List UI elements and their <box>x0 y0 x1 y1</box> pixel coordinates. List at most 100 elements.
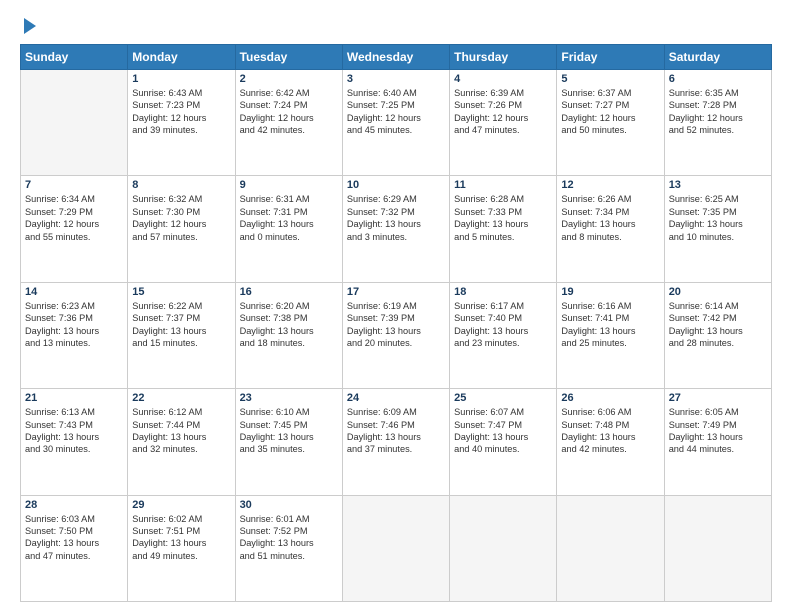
cell-text-line: and 35 minutes. <box>240 443 338 455</box>
calendar-cell: 6Sunrise: 6:35 AMSunset: 7:28 PMDaylight… <box>664 70 771 176</box>
cell-text-line: Sunrise: 6:13 AM <box>25 406 123 418</box>
cell-text-line: Sunrise: 6:29 AM <box>347 193 445 205</box>
day-number: 10 <box>347 179 445 191</box>
cell-text-line: and 51 minutes. <box>240 550 338 562</box>
calendar-week-row: 7Sunrise: 6:34 AMSunset: 7:29 PMDaylight… <box>21 176 772 282</box>
weekday-header: Wednesday <box>342 45 449 70</box>
cell-text-line: Daylight: 12 hours <box>561 112 659 124</box>
logo-arrow-icon <box>24 18 36 34</box>
cell-text-line: Daylight: 13 hours <box>25 537 123 549</box>
cell-text-line: Daylight: 13 hours <box>454 325 552 337</box>
cell-text-line: and 42 minutes. <box>240 124 338 136</box>
cell-text-line: Sunrise: 6:40 AM <box>347 87 445 99</box>
cell-text-line: Sunrise: 6:37 AM <box>561 87 659 99</box>
calendar-cell: 25Sunrise: 6:07 AMSunset: 7:47 PMDayligh… <box>450 389 557 495</box>
cell-text-line: Sunset: 7:49 PM <box>669 419 767 431</box>
day-number: 2 <box>240 73 338 85</box>
cell-text-line: and 25 minutes. <box>561 337 659 349</box>
calendar-cell: 22Sunrise: 6:12 AMSunset: 7:44 PMDayligh… <box>128 389 235 495</box>
cell-text-line: and 57 minutes. <box>132 231 230 243</box>
calendar-cell <box>21 70 128 176</box>
cell-text-line: Sunset: 7:32 PM <box>347 206 445 218</box>
calendar-cell: 30Sunrise: 6:01 AMSunset: 7:52 PMDayligh… <box>235 495 342 601</box>
cell-text-line: Sunrise: 6:02 AM <box>132 513 230 525</box>
calendar-cell <box>664 495 771 601</box>
cell-text-line: Sunset: 7:47 PM <box>454 419 552 431</box>
cell-text-line: Daylight: 13 hours <box>25 431 123 443</box>
cell-text-line: and 39 minutes. <box>132 124 230 136</box>
cell-text-line: Daylight: 13 hours <box>347 431 445 443</box>
cell-text-line: Daylight: 13 hours <box>240 537 338 549</box>
cell-text-line: Sunrise: 6:34 AM <box>25 193 123 205</box>
cell-text-line: Sunset: 7:48 PM <box>561 419 659 431</box>
day-number: 9 <box>240 179 338 191</box>
cell-text-line: Sunrise: 6:42 AM <box>240 87 338 99</box>
cell-text-line: Daylight: 13 hours <box>561 431 659 443</box>
cell-text-line: Sunset: 7:35 PM <box>669 206 767 218</box>
cell-text-line: and 20 minutes. <box>347 337 445 349</box>
cell-text-line: Daylight: 13 hours <box>669 431 767 443</box>
calendar-cell: 5Sunrise: 6:37 AMSunset: 7:27 PMDaylight… <box>557 70 664 176</box>
day-number: 17 <box>347 286 445 298</box>
cell-text-line: Sunset: 7:23 PM <box>132 99 230 111</box>
weekday-header: Thursday <box>450 45 557 70</box>
weekday-header: Saturday <box>664 45 771 70</box>
cell-text-line: Daylight: 13 hours <box>454 218 552 230</box>
day-number: 11 <box>454 179 552 191</box>
day-number: 26 <box>561 392 659 404</box>
cell-text-line: Daylight: 12 hours <box>669 112 767 124</box>
cell-text-line: Sunrise: 6:31 AM <box>240 193 338 205</box>
calendar-cell: 29Sunrise: 6:02 AMSunset: 7:51 PMDayligh… <box>128 495 235 601</box>
cell-text-line: Daylight: 12 hours <box>132 218 230 230</box>
cell-text-line: Sunset: 7:41 PM <box>561 312 659 324</box>
cell-text-line: and 49 minutes. <box>132 550 230 562</box>
cell-text-line: Sunrise: 6:20 AM <box>240 300 338 312</box>
cell-text-line: Sunset: 7:36 PM <box>25 312 123 324</box>
cell-text-line: Sunrise: 6:22 AM <box>132 300 230 312</box>
cell-text-line: and 23 minutes. <box>454 337 552 349</box>
cell-text-line: Daylight: 13 hours <box>561 325 659 337</box>
cell-text-line: and 0 minutes. <box>240 231 338 243</box>
calendar-week-row: 28Sunrise: 6:03 AMSunset: 7:50 PMDayligh… <box>21 495 772 601</box>
cell-text-line: and 10 minutes. <box>669 231 767 243</box>
calendar-cell: 17Sunrise: 6:19 AMSunset: 7:39 PMDayligh… <box>342 282 449 388</box>
cell-text-line: Sunset: 7:43 PM <box>25 419 123 431</box>
calendar-cell <box>342 495 449 601</box>
cell-text-line: Sunrise: 6:07 AM <box>454 406 552 418</box>
cell-text-line: and 55 minutes. <box>25 231 123 243</box>
cell-text-line: Sunset: 7:52 PM <box>240 525 338 537</box>
cell-text-line: and 5 minutes. <box>454 231 552 243</box>
calendar-cell: 26Sunrise: 6:06 AMSunset: 7:48 PMDayligh… <box>557 389 664 495</box>
cell-text-line: Sunset: 7:27 PM <box>561 99 659 111</box>
day-number: 19 <box>561 286 659 298</box>
cell-text-line: Sunrise: 6:43 AM <box>132 87 230 99</box>
calendar-cell: 21Sunrise: 6:13 AMSunset: 7:43 PMDayligh… <box>21 389 128 495</box>
cell-text-line: Sunset: 7:31 PM <box>240 206 338 218</box>
cell-text-line: and 32 minutes. <box>132 443 230 455</box>
cell-text-line: Sunrise: 6:05 AM <box>669 406 767 418</box>
day-number: 23 <box>240 392 338 404</box>
calendar-week-row: 21Sunrise: 6:13 AMSunset: 7:43 PMDayligh… <box>21 389 772 495</box>
cell-text-line: Sunset: 7:42 PM <box>669 312 767 324</box>
calendar-week-row: 1Sunrise: 6:43 AMSunset: 7:23 PMDaylight… <box>21 70 772 176</box>
cell-text-line: and 30 minutes. <box>25 443 123 455</box>
cell-text-line: and 15 minutes. <box>132 337 230 349</box>
cell-text-line: Sunrise: 6:39 AM <box>454 87 552 99</box>
cell-text-line: and 50 minutes. <box>561 124 659 136</box>
cell-text-line: Daylight: 12 hours <box>240 112 338 124</box>
cell-text-line: Daylight: 13 hours <box>669 325 767 337</box>
cell-text-line: Sunset: 7:39 PM <box>347 312 445 324</box>
cell-text-line: and 28 minutes. <box>669 337 767 349</box>
calendar-cell: 23Sunrise: 6:10 AMSunset: 7:45 PMDayligh… <box>235 389 342 495</box>
cell-text-line: Sunrise: 6:26 AM <box>561 193 659 205</box>
day-number: 28 <box>25 499 123 511</box>
calendar-cell: 1Sunrise: 6:43 AMSunset: 7:23 PMDaylight… <box>128 70 235 176</box>
cell-text-line: Sunrise: 6:28 AM <box>454 193 552 205</box>
day-number: 13 <box>669 179 767 191</box>
cell-text-line: Daylight: 12 hours <box>347 112 445 124</box>
calendar-cell: 28Sunrise: 6:03 AMSunset: 7:50 PMDayligh… <box>21 495 128 601</box>
calendar-cell: 10 Sunrise: 6:29 AMSunset: 7:32 PMDayligh… <box>342 176 449 282</box>
calendar-cell: 9Sunrise: 6:31 AMSunset: 7:31 PMDaylight… <box>235 176 342 282</box>
day-number: 3 <box>347 73 445 85</box>
cell-text-line: Daylight: 13 hours <box>347 218 445 230</box>
